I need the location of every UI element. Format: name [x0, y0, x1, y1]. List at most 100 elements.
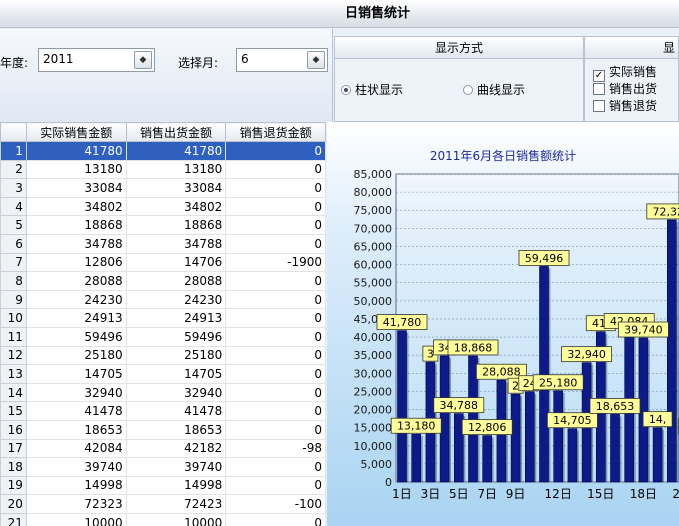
table-cell: 42182	[125, 438, 227, 459]
radio-selected-icon[interactable]	[341, 85, 351, 95]
table-cell: 32940	[25, 382, 127, 403]
table-row[interactable]: 2 13180 13180 0	[0, 159, 326, 180]
row-number-cell: 15	[0, 401, 27, 421]
table-row[interactable]: 17 42084 42182 -98	[0, 438, 326, 459]
month-select[interactable]: 6 ◆	[236, 48, 328, 72]
table-cell: 13180	[125, 159, 227, 180]
table-row[interactable]: 16 18653 18653 0	[0, 419, 326, 440]
year-select[interactable]: 2011 ◆	[38, 48, 155, 72]
row-number-header	[0, 122, 27, 142]
table-row[interactable]: 8 28088 28088 0	[0, 271, 326, 291]
column-header[interactable]: 销售出货金额	[125, 122, 227, 142]
table-row[interactable]: 7 12806 14706 -1900	[0, 252, 326, 273]
table-row[interactable]: 14 32940 32940 0	[0, 382, 326, 403]
table-row[interactable]: 4 34802 34802 0	[0, 196, 326, 217]
checkbox-empty-icon[interactable]	[593, 100, 605, 112]
table-cell: 0	[225, 141, 326, 161]
row-number-cell: 11	[0, 326, 27, 347]
bar	[539, 266, 549, 483]
table-row[interactable]: 5 18868 18868 0	[0, 215, 326, 235]
table-cell: 0	[225, 475, 326, 496]
table-cell: 0	[225, 457, 326, 477]
table-cell: 18868	[25, 215, 127, 235]
table-cell: 42084	[25, 438, 127, 459]
row-number-cell: 13	[0, 364, 27, 384]
table-row[interactable]: 21 10000 10000 0	[0, 512, 326, 526]
bar	[610, 414, 620, 483]
y-tick-label: 70,000	[354, 222, 393, 235]
x-tick-label: 5日	[449, 487, 469, 501]
checkbox-label: 销售出货	[609, 82, 658, 96]
y-tick-label: 65,000	[354, 240, 393, 253]
table-cell: 24913	[25, 308, 127, 328]
data-label: 18,868	[454, 341, 493, 354]
y-tick-label: 55,000	[354, 277, 393, 290]
table-cell: 0	[225, 271, 326, 291]
daily-sales-grid[interactable]: 实际销售金额 销售出货金额 销售退货金额 1 41780 41780 0 2 13180 1…	[0, 122, 326, 526]
table-row[interactable]: 10 24913 24913 0	[0, 308, 326, 328]
table-cell: 39740	[125, 457, 227, 477]
table-row[interactable]: 18 39740 39740 0	[0, 457, 326, 477]
table-cell: 0	[225, 289, 326, 310]
chart-title: 2011年6月各日销售额统计	[430, 148, 576, 163]
data-label: 32,940	[567, 348, 606, 361]
table-row[interactable]: 3 33084 33084 0	[0, 178, 326, 198]
row-number-cell: 21	[0, 512, 27, 526]
table-row[interactable]: 1 41780 41780 0	[0, 141, 326, 161]
table-row[interactable]: 19 14998 14998 0	[0, 475, 326, 496]
table-cell: -1900	[225, 252, 326, 273]
table-row[interactable]: 20 72323 72423 -100	[0, 494, 326, 514]
row-number-cell: 2	[0, 159, 27, 180]
data-label: 3	[427, 348, 434, 361]
chevron-down-icon[interactable]: ◆	[307, 51, 325, 69]
chevron-down-icon[interactable]: ◆	[134, 51, 152, 69]
y-tick-label: 75,000	[354, 204, 393, 217]
column-header[interactable]: 实际销售金额	[25, 122, 127, 142]
table-cell: 34788	[125, 233, 227, 254]
data-label: 72,323	[653, 205, 679, 218]
row-number-cell: 14	[0, 382, 27, 403]
radio-empty-icon[interactable]	[463, 85, 473, 95]
row-number-cell: 10	[0, 308, 27, 328]
table-cell: 0	[225, 419, 326, 440]
x-tick-label: 12日	[545, 487, 572, 501]
table-cell: 0	[225, 159, 326, 180]
row-number-cell: 20	[0, 494, 27, 514]
table-cell: 0	[225, 512, 326, 526]
data-label: 25,180	[539, 376, 578, 389]
checkbox-empty-icon[interactable]	[593, 83, 605, 95]
checkbox-sales-shipment[interactable]: 销售出货	[593, 80, 657, 97]
table-cell: 0	[225, 196, 326, 217]
table-cell: 25180	[125, 345, 227, 366]
table-row[interactable]: 11 59496 59496 0	[0, 326, 326, 347]
y-tick-label: 60,000	[354, 259, 393, 272]
checkbox-sales-return[interactable]: 销售退货	[593, 97, 657, 114]
column-header[interactable]: 销售退货金额	[225, 122, 326, 142]
table-cell: 0	[225, 401, 326, 421]
table-cell: -100	[225, 494, 326, 514]
table-cell: 18868	[125, 215, 227, 235]
table-cell: 13180	[25, 159, 127, 180]
checkbox-label: 实际销售	[609, 65, 658, 79]
row-number-cell: 6	[0, 233, 27, 254]
table-row[interactable]: 12 25180 25180 0	[0, 345, 326, 366]
table-row[interactable]: 6 34788 34788 0	[0, 233, 326, 254]
data-label: 18,653	[596, 400, 635, 413]
month-value: 6	[241, 52, 249, 66]
table-row[interactable]: 15 41478 41478 0	[0, 401, 326, 421]
table-cell: 41478	[125, 401, 227, 421]
table-cell: 14998	[125, 475, 227, 496]
x-tick-label: 3日	[421, 487, 441, 501]
radio-line-display[interactable]: 曲线显示	[463, 81, 525, 98]
table-cell: 59496	[25, 326, 127, 347]
table-row[interactable]: 13 14705 14705 0	[0, 364, 326, 384]
y-tick-label: 10,000	[354, 440, 393, 453]
table-cell: 34788	[25, 233, 127, 254]
table-cell: 59496	[125, 326, 227, 347]
radio-bar-display[interactable]: 柱状显示	[341, 81, 403, 98]
x-tick-label: 21日	[672, 487, 679, 501]
row-number-cell: 8	[0, 271, 27, 291]
table-row[interactable]: 9 24230 24230 0	[0, 289, 326, 310]
display-mode-title: 显示方式	[335, 37, 583, 59]
radio-bar-label: 柱状显示	[355, 83, 404, 97]
